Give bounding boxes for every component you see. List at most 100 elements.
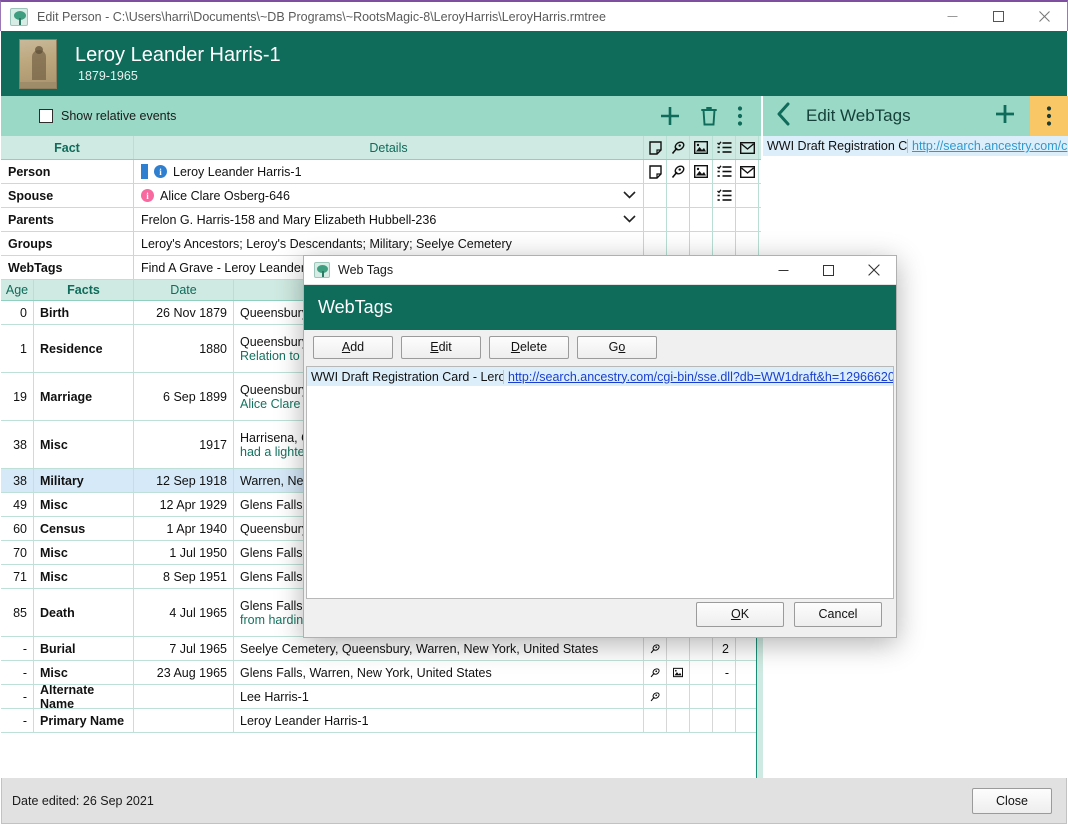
show-relative-events-toggle[interactable]: Show relative events (39, 109, 176, 123)
app-window: Edit Person - C:\Users\harri\Documents\~… (0, 0, 1068, 825)
event-date (134, 709, 234, 732)
event-quill-icon[interactable] (644, 685, 667, 708)
person-photo[interactable] (19, 38, 57, 89)
event-date: 1 Jul 1950 (134, 541, 234, 564)
plus-icon[interactable] (659, 105, 681, 127)
color-bar (141, 164, 148, 179)
edit-button-label: Edit (430, 340, 452, 354)
maximize-icon[interactable] (975, 1, 1021, 32)
event-icon-empty (667, 637, 690, 660)
dialog-toolbar: Add Edit Delete Go (304, 330, 896, 364)
fact-row-details[interactable]: i Leroy Leander Harris-1 (134, 160, 644, 183)
table-row[interactable]: - Primary Name Leroy Leander Harris-1 (1, 709, 761, 733)
fact-row-details[interactable]: Leroy's Ancestors; Leroy's Descendants; … (134, 232, 644, 255)
table-row[interactable]: - Misc 23 Aug 1965 Glens Falls, Warren, New… (1, 661, 761, 685)
dialog-minimize-icon[interactable] (761, 256, 806, 285)
event-icon-empty (690, 709, 713, 732)
col-details: Details (134, 136, 644, 159)
chevron-left-icon[interactable] (775, 102, 792, 130)
webtags-dialog: Web Tags WebTags Add Edit Delete Go WWI (303, 255, 897, 638)
window-title: Edit Person - C:\Users\harri\Documents\~… (37, 9, 606, 24)
date-edited-label: Date edited: 26 Sep 2021 (12, 793, 154, 808)
fact-row[interactable]: Groups Leroy's Ancestors; Leroy's Descend… (1, 232, 761, 256)
fact-icon-empty (644, 232, 667, 255)
dialog-titlebar: Web Tags (304, 256, 896, 285)
event-fact: Misc (34, 421, 134, 468)
event-icon-empty (667, 709, 690, 732)
event-age: 70 (1, 541, 34, 564)
webtag-name: WWI Draft Registration Card (763, 139, 908, 153)
fact-row-details-text: Leroy's Ancestors; Leroy's Descendants; … (141, 236, 512, 251)
event-fact: Misc (34, 493, 134, 516)
female-person-icon: i (141, 189, 154, 202)
event-image-icon[interactable] (667, 661, 690, 684)
fact-row-details[interactable]: Frelon G. Harris-158 and Mary Elizabeth … (134, 208, 644, 231)
webtag-url[interactable]: http://search.ancestry.com/c (908, 139, 1068, 153)
col-facts: Facts (34, 280, 134, 300)
fact-mail-icon[interactable] (736, 160, 759, 183)
event-age: - (1, 637, 34, 660)
dialog-close-icon[interactable] (851, 256, 896, 285)
show-relative-events-checkbox[interactable] (39, 109, 53, 123)
fact-list-icon[interactable] (713, 160, 736, 183)
webtag-list-item[interactable]: WWI Draft Registration Cardhttp://search… (763, 136, 1068, 156)
event-quill-icon[interactable] (644, 661, 667, 684)
fact-row[interactable]: Person i Leroy Leander Harris-1 (1, 160, 761, 184)
fact-icon-empty (713, 208, 736, 231)
dialog-webtags-list[interactable]: WWI Draft Registration Card - Leroy Lhtt… (306, 366, 894, 599)
event-age: - (1, 661, 34, 684)
kebab-menu-icon[interactable] (1030, 96, 1068, 136)
fact-note-icon[interactable] (644, 160, 667, 183)
delete-button[interactable]: Delete (489, 335, 569, 359)
close-icon[interactable] (1021, 1, 1067, 32)
table-row[interactable]: - Alternate Name Lee Harris-1 (1, 685, 761, 709)
fact-row[interactable]: Parents Frelon G. Harris-158 and Mary Eli… (1, 208, 761, 232)
fact-table-header: Fact Details (1, 136, 761, 160)
person-identity: Leroy Leander Harris-1 1879-1965 (75, 43, 281, 85)
event-icon-empty (690, 637, 713, 660)
event-place-note: Relation to H (240, 348, 313, 363)
fact-icon-empty (667, 184, 690, 207)
fact-row-label: Groups (1, 232, 134, 255)
webtags-panel-title: Edit WebTags (806, 106, 911, 125)
event-age: 1 (1, 325, 34, 372)
chevron-down-icon[interactable] (623, 190, 636, 202)
go-button[interactable]: Go (577, 335, 657, 359)
dialog-list-row[interactable]: WWI Draft Registration Card - Leroy Lhtt… (307, 367, 893, 386)
dialog-footer: OK Cancel (304, 591, 896, 637)
dialog-webtag-url[interactable]: http://search.ancestry.com/cgi-bin/sse.d… (504, 370, 893, 384)
minimize-icon[interactable] (929, 1, 975, 32)
close-button[interactable]: Close (972, 787, 1052, 814)
fact-row-label: WebTags (1, 256, 134, 279)
event-age: 38 (1, 469, 34, 492)
fact-row-details-text: Alice Clare Osberg-646 (160, 188, 290, 203)
trash-icon[interactable] (699, 105, 719, 127)
fact-row[interactable]: Spouse i Alice Clare Osberg-646 (1, 184, 761, 208)
chevron-down-icon[interactable] (623, 214, 636, 226)
event-place-primary: Glens Falls, Warren, New York, United St… (240, 665, 492, 680)
table-row[interactable]: - Burial 7 Jul 1965 Seelye Cemetery, Queens… (1, 637, 761, 661)
event-fact: Misc (34, 565, 134, 588)
fact-image-icon[interactable] (690, 160, 713, 183)
cancel-button[interactable]: Cancel (794, 601, 882, 627)
plus-icon[interactable] (994, 103, 1016, 130)
fact-quill-icon[interactable] (667, 160, 690, 183)
event-place: Glens Falls, Warren, New York, United St… (234, 661, 644, 684)
dialog-maximize-icon[interactable] (806, 256, 851, 285)
event-date: 23 Aug 1965 (134, 661, 234, 684)
kebab-menu-icon[interactable] (737, 105, 743, 127)
delete-button-label: Delete (510, 340, 548, 354)
event-date: 1880 (134, 325, 234, 372)
show-relative-events-label: Show relative events (61, 109, 177, 123)
status-bar: Date edited: 26 Sep 2021 Close (1, 778, 1067, 824)
fact-list-icon[interactable] (713, 184, 736, 207)
fact-row-details[interactable]: i Alice Clare Osberg-646 (134, 184, 644, 207)
event-date: 7 Jul 1965 (134, 637, 234, 660)
dialog-webtag-name: WWI Draft Registration Card - Leroy L (307, 369, 504, 384)
edit-button[interactable]: Edit (401, 335, 481, 359)
event-date: 12 Apr 1929 (134, 493, 234, 516)
event-quill-icon[interactable] (644, 637, 667, 660)
add-button[interactable]: Add (313, 335, 393, 359)
event-fact: Military (34, 469, 134, 492)
ok-button[interactable]: OK (696, 601, 784, 627)
